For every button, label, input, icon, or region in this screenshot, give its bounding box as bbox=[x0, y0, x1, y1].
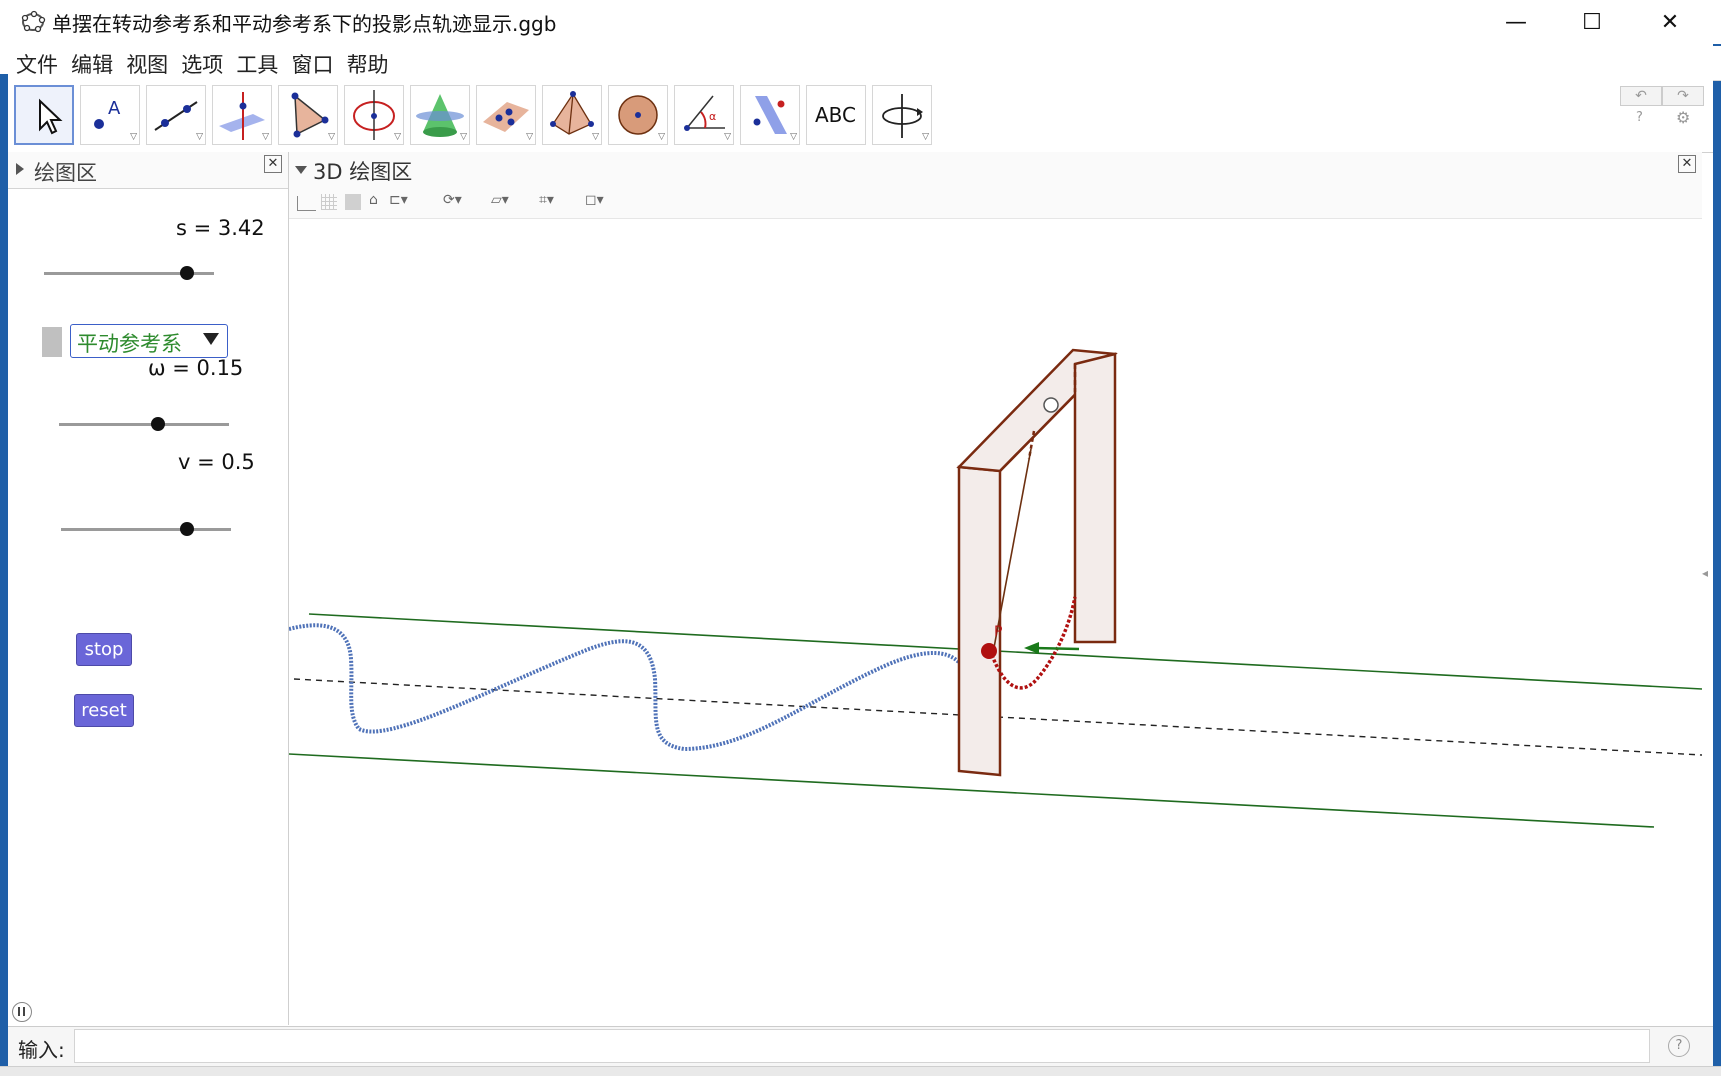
svg-text:A: A bbox=[108, 98, 121, 119]
desktop-edge-left bbox=[0, 74, 8, 1075]
menu-file[interactable]: 文件 bbox=[16, 49, 58, 79]
help-icon[interactable]: ? bbox=[1636, 110, 1643, 125]
slider-omega-track[interactable] bbox=[59, 423, 229, 426]
close-window-button[interactable]: ✕ bbox=[1634, 0, 1706, 44]
undo-button[interactable]: ↶ bbox=[1620, 86, 1662, 106]
reflect-tool-button[interactable]: ▽ bbox=[740, 85, 800, 145]
menu-edit[interactable]: 编辑 bbox=[71, 49, 113, 79]
slider-omega-label: ω = 0.15 bbox=[148, 356, 244, 380]
slider-s-label: s = 3.42 bbox=[176, 216, 265, 240]
pause-animation-icon[interactable] bbox=[12, 1002, 32, 1022]
graphics-panel-title: 绘图区 bbox=[34, 161, 97, 185]
menu-window[interactable]: 窗口 bbox=[291, 49, 333, 79]
view-direction-icon[interactable]: ▱▾ bbox=[491, 192, 509, 212]
reset-button[interactable]: reset bbox=[74, 694, 134, 727]
frame-left-pillar bbox=[957, 465, 1002, 777]
slider-v-track[interactable] bbox=[61, 528, 231, 531]
menu-bar: 文件 编辑 视图 选项 工具 窗口 帮助 bbox=[8, 46, 1721, 81]
home-view-icon[interactable]: ⌂ bbox=[369, 192, 378, 212]
rotation-icon[interactable]: ⟳▾ bbox=[443, 192, 462, 212]
point-tool-button[interactable]: A ▽ bbox=[80, 85, 140, 145]
3d-scene[interactable]: P bbox=[289, 219, 1702, 1025]
slider-v-knob[interactable] bbox=[179, 522, 194, 536]
slider-v-label: v = 0.5 bbox=[178, 450, 255, 474]
toolbar: A ▽ ▽ ▽ ▽ ▽ ▽ ▽ ▽ ▽ α ▽ ▽ ABC ▽ ↶ ↷ ? ⚙ bbox=[8, 80, 1713, 153]
title-bar: 单摆在转动参考系和平动参考系下的投影点轨迹显示.ggb — ☐ ✕ bbox=[0, 0, 1721, 44]
gear-icon[interactable]: ⚙ bbox=[1676, 108, 1690, 127]
plane-toggle-icon[interactable] bbox=[345, 194, 361, 210]
svg-text:α: α bbox=[709, 110, 716, 123]
menu-help[interactable]: 帮助 bbox=[347, 49, 389, 79]
menu-options[interactable]: 选项 bbox=[181, 49, 223, 79]
cone-tool-button[interactable]: ▽ bbox=[410, 85, 470, 145]
text-tool-button[interactable]: ABC bbox=[806, 85, 866, 145]
side-collapse-icon[interactable]: ◂ bbox=[1702, 566, 1708, 580]
polygon-tool-button[interactable]: ▽ bbox=[278, 85, 338, 145]
mode-checkbox[interactable] bbox=[42, 327, 62, 357]
angle-tool-button[interactable]: α ▽ bbox=[674, 85, 734, 145]
pyramid-tool-button[interactable]: ▽ bbox=[542, 85, 602, 145]
geogebra-icon bbox=[21, 10, 46, 33]
axes-toggle-icon[interactable] bbox=[297, 196, 316, 211]
cube-view-icon[interactable]: ◻▾ bbox=[585, 192, 604, 212]
red-trace-curve bbox=[990, 596, 1077, 690]
close-panel-icon[interactable]: ✕ bbox=[264, 155, 282, 173]
graphics-3d-title: 3D 绘图区 bbox=[313, 160, 413, 184]
move-tool-button[interactable] bbox=[14, 85, 74, 145]
pendulum-bob[interactable] bbox=[981, 643, 997, 659]
input-bar: 输入: ? bbox=[8, 1026, 1713, 1067]
reference-frame-dropdown[interactable]: 平动参考系 bbox=[70, 324, 228, 358]
window-title: 单摆在转动参考系和平动参考系下的投影点轨迹显示.ggb bbox=[52, 12, 557, 36]
move-tool-icon bbox=[39, 98, 63, 135]
text-tool-icon: ABC bbox=[815, 103, 857, 127]
frame-right-pillar bbox=[1073, 352, 1117, 644]
desktop-edge-right bbox=[1713, 0, 1721, 1075]
input-field[interactable] bbox=[74, 1029, 1650, 1063]
input-help-icon[interactable]: ? bbox=[1668, 1035, 1690, 1057]
circle-axis-tool-button[interactable]: ▽ bbox=[344, 85, 404, 145]
input-label: 输入: bbox=[18, 1038, 65, 1062]
projection-icon[interactable]: ⌗▾ bbox=[539, 192, 554, 212]
graphics-panel-header: 绘图区 ✕ bbox=[8, 152, 288, 189]
close-3d-panel-icon[interactable]: ✕ bbox=[1678, 155, 1696, 173]
expand-arrow-icon[interactable] bbox=[16, 163, 24, 175]
graphics-3d-style-bar: ⌂ ⊏▾ ⟳▾ ▱▾ ⌗▾ ◻▾ bbox=[289, 188, 1702, 219]
grid-toggle-icon[interactable] bbox=[321, 194, 337, 210]
sphere-tool-button[interactable]: ▽ bbox=[608, 85, 668, 145]
minimize-button[interactable]: — bbox=[1480, 0, 1552, 44]
graphics-3d-header: 3D 绘图区 ✕ bbox=[289, 152, 1702, 189]
menu-view[interactable]: 视图 bbox=[126, 49, 168, 79]
collapse-arrow-icon[interactable] bbox=[295, 166, 307, 174]
velocity-arrow bbox=[1033, 646, 1080, 651]
stop-button[interactable]: stop bbox=[76, 633, 132, 666]
graphics-panel: 绘图区 ✕ s = 3.42 平动参考系 ω = 0.15 v = 0.5 st… bbox=[8, 152, 289, 1025]
plane-points-tool-button[interactable]: ▽ bbox=[476, 85, 536, 145]
pivot-circle bbox=[1043, 397, 1059, 413]
maximize-button[interactable]: ☐ bbox=[1556, 0, 1628, 44]
slider-s-knob[interactable] bbox=[179, 266, 194, 280]
slider-omega-knob[interactable] bbox=[150, 417, 165, 431]
clipping-icon[interactable]: ⊏▾ bbox=[389, 192, 408, 212]
reference-frame-selected: 平动参考系 bbox=[77, 332, 182, 356]
line-tool-button[interactable]: ▽ bbox=[146, 85, 206, 145]
perpendicular-tool-button[interactable]: ▽ bbox=[212, 85, 272, 145]
menu-tools[interactable]: 工具 bbox=[236, 49, 278, 79]
graphics-3d-panel[interactable]: 3D 绘图区 ✕ ⌂ ⊏▾ ⟳▾ ▱▾ ⌗▾ ◻▾ P bbox=[289, 152, 1702, 1025]
dropdown-arrow-icon bbox=[203, 333, 219, 345]
point-label-p: P bbox=[994, 624, 1002, 640]
redo-button[interactable]: ↷ bbox=[1662, 86, 1704, 106]
blue-trace-curve bbox=[289, 623, 990, 768]
rotate-view-tool-button[interactable]: ▽ bbox=[872, 85, 932, 145]
